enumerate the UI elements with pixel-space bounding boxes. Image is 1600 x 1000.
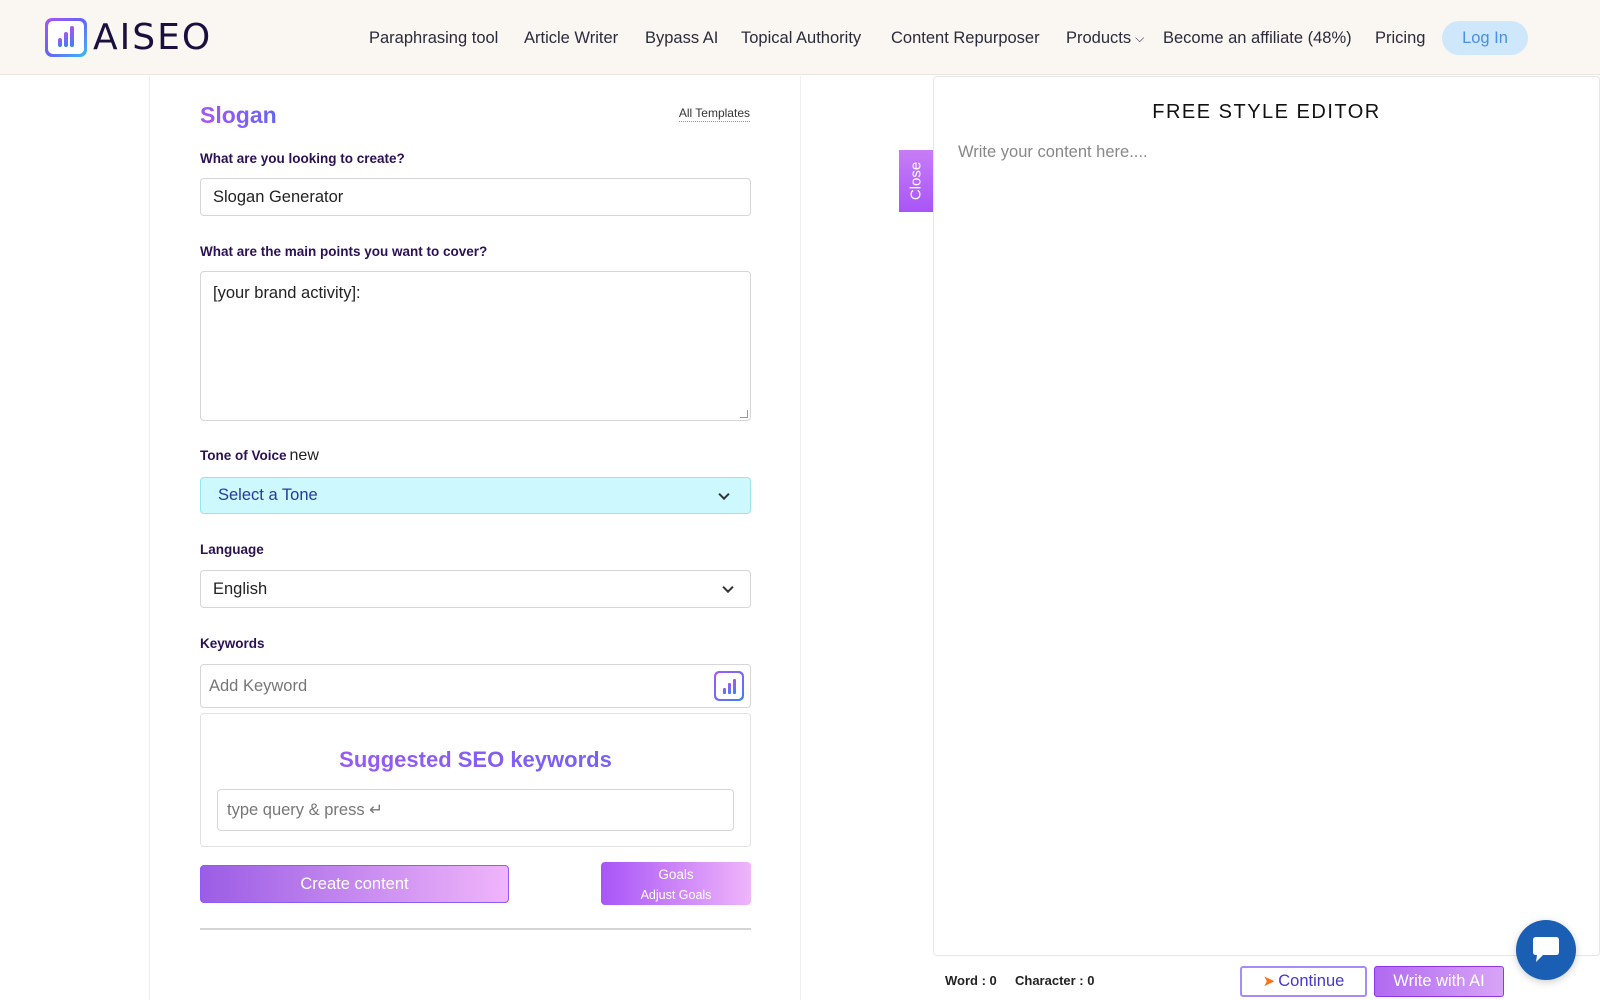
keywords-label: Keywords [200,636,265,651]
logo-icon [45,18,87,57]
nav-paraphrasing-tool[interactable]: Paraphrasing tool [369,21,498,55]
nav-pricing[interactable]: Pricing [1375,21,1425,55]
tone-new-badge: new [289,447,319,464]
continue-button-label: Continue [1278,972,1345,990]
create-input-value: Slogan Generator [213,187,344,206]
tone-label-text: Tone of Voice [200,448,287,463]
points-textarea[interactable]: [your brand activity]: [200,271,751,421]
nav-products[interactable]: Products ⌵ [1066,21,1144,55]
tone-select-value: Select a Tone [218,486,318,504]
seo-keywords-box: Suggested SEO keywords type query & pres… [200,713,751,847]
editor-title: FREE STYLE EDITOR [1152,101,1381,123]
points-textarea-value: [your brand activity]: [213,284,361,302]
chat-widget-button[interactable] [1516,920,1576,980]
tone-select[interactable]: Select a Tone [200,477,751,514]
chevron-down-icon: ⌵ [1135,31,1145,45]
form-title: Slogan [200,102,277,128]
brand-logo[interactable]: AISEO [45,18,212,57]
create-content-button[interactable]: Create content [200,865,509,903]
goals-title: Goals [658,867,694,882]
character-count: Character : 0 [1015,973,1095,988]
nav-bypass-ai[interactable]: Bypass AI [645,21,718,55]
create-input[interactable]: Slogan Generator [200,178,751,216]
close-editor-tab[interactable]: Close [899,150,933,212]
seo-query-placeholder: type query & press ↵ [227,801,383,819]
all-templates-link[interactable]: All Templates [678,106,750,122]
word-count: Word : 0 [945,973,997,988]
form-divider [200,928,751,930]
language-label: Language [200,542,264,557]
language-select[interactable]: English [200,570,751,608]
free-style-editor[interactable]: FREE STYLE EDITOR Write your content her… [933,76,1600,956]
chevron-down-icon [718,488,730,500]
template-form-panel: Slogan All Templates What are you lookin… [149,76,801,1000]
create-label: What are you looking to create? [200,151,405,166]
nav-products-label: Products [1066,29,1132,47]
seo-keywords-title: Suggested SEO keywords [201,747,750,773]
editor-footer: Word : 0 Character : 0 ➤ Continue Write w… [933,956,1600,1000]
nav-content-repurposer[interactable]: Content Repurposer [891,21,1040,55]
goals-subtitle: Adjust Goals [640,888,712,902]
keyword-input-placeholder: Add Keyword [209,676,308,695]
aiseo-keyword-icon[interactable] [714,671,744,701]
points-label: What are the main points you want to cov… [200,244,488,259]
goals-button[interactable]: Goals Adjust Goals [601,862,751,905]
tone-label: Tone of Voice new [200,447,319,465]
chevron-down-icon [722,581,734,594]
resize-handle-icon[interactable] [740,410,748,418]
hand-arrow-icon: ➤ [1262,973,1276,990]
brand-name: AISEO [93,16,213,58]
top-header: AISEO Paraphrasing tool Article Writer B… [0,0,1600,75]
continue-button[interactable]: ➤ Continue [1240,966,1367,997]
nav-topical-authority[interactable]: Topical Authority [741,21,861,55]
keyword-input[interactable]: Add Keyword [200,664,751,708]
close-tab-label: Close [907,161,925,201]
editor-placeholder: Write your content here.... [958,143,1148,161]
language-select-value: English [213,579,268,598]
write-with-ai-button[interactable]: Write with AI [1374,966,1504,997]
nav-affiliate[interactable]: Become an affiliate (48%) [1163,21,1352,55]
login-button[interactable]: Log In [1442,21,1528,55]
chat-icon [1533,937,1559,962]
nav-article-writer[interactable]: Article Writer [524,21,618,55]
seo-query-input[interactable]: type query & press ↵ [217,789,734,831]
